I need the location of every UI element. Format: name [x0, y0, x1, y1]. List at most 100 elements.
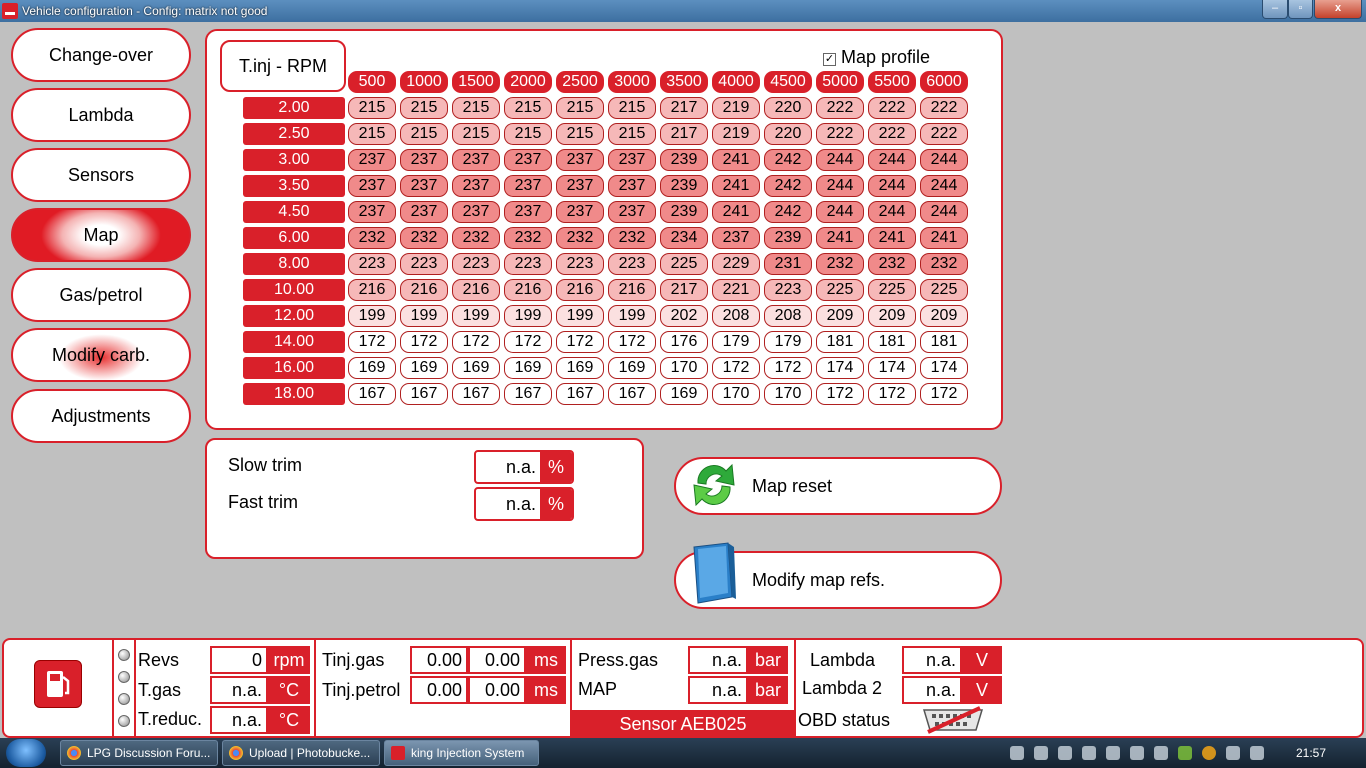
map-cell[interactable]: 241 — [868, 227, 916, 249]
map-cell[interactable]: 216 — [504, 279, 552, 301]
map-cell[interactable]: 216 — [348, 279, 396, 301]
map-cell[interactable]: 237 — [608, 175, 656, 197]
map-cell[interactable]: 199 — [608, 305, 656, 327]
map-cell[interactable]: 231 — [764, 253, 812, 275]
tray-icon[interactable] — [1058, 746, 1072, 760]
map-cell[interactable]: 244 — [816, 201, 864, 223]
map-cell[interactable]: 239 — [660, 149, 708, 171]
map-cell[interactable]: 215 — [504, 97, 552, 119]
map-cell[interactable]: 232 — [400, 227, 448, 249]
map-cell[interactable]: 232 — [556, 227, 604, 249]
map-cell[interactable]: 167 — [608, 383, 656, 405]
map-cell[interactable]: 179 — [764, 331, 812, 353]
map-cell[interactable]: 237 — [400, 149, 448, 171]
map-cell[interactable]: 169 — [660, 383, 708, 405]
map-cell[interactable]: 222 — [920, 123, 968, 145]
map-cell[interactable]: 169 — [452, 357, 500, 379]
map-cell[interactable]: 237 — [504, 149, 552, 171]
map-cell[interactable]: 215 — [556, 123, 604, 145]
map-cell[interactable]: 237 — [400, 201, 448, 223]
map-cell[interactable]: 232 — [816, 253, 864, 275]
map-cell[interactable]: 223 — [348, 253, 396, 275]
map-cell[interactable]: 225 — [920, 279, 968, 301]
map-cell[interactable]: 241 — [920, 227, 968, 249]
map-cell[interactable]: 239 — [660, 201, 708, 223]
map-cell[interactable]: 217 — [660, 97, 708, 119]
map-cell[interactable]: 167 — [452, 383, 500, 405]
map-cell[interactable]: 172 — [608, 331, 656, 353]
nav-sensors-button[interactable]: Sensors — [11, 148, 191, 202]
map-cell[interactable]: 237 — [504, 175, 552, 197]
map-cell[interactable]: 172 — [452, 331, 500, 353]
map-cell[interactable]: 209 — [920, 305, 968, 327]
tray-icon[interactable] — [1202, 746, 1216, 760]
network-icon[interactable] — [1226, 746, 1240, 760]
nav-modify-carb-button[interactable]: Modify carb. — [11, 328, 191, 382]
map-cell[interactable]: 244 — [816, 149, 864, 171]
map-cell[interactable]: 181 — [868, 331, 916, 353]
map-cell[interactable]: 232 — [504, 227, 552, 249]
map-cell[interactable]: 208 — [712, 305, 760, 327]
map-cell[interactable]: 199 — [504, 305, 552, 327]
map-cell[interactable]: 221 — [712, 279, 760, 301]
map-cell[interactable]: 172 — [400, 331, 448, 353]
map-cell[interactable]: 217 — [660, 123, 708, 145]
close-button[interactable]: x — [1314, 0, 1362, 19]
map-cell[interactable]: 222 — [868, 123, 916, 145]
map-cell[interactable]: 216 — [556, 279, 604, 301]
map-cell[interactable]: 223 — [556, 253, 604, 275]
map-profile-toggle[interactable]: ✓ Map profile — [823, 47, 930, 68]
map-cell[interactable]: 169 — [608, 357, 656, 379]
map-cell[interactable]: 237 — [608, 201, 656, 223]
map-profile-checkbox[interactable]: ✓ — [823, 53, 836, 66]
map-cell[interactable]: 172 — [712, 357, 760, 379]
map-cell[interactable]: 234 — [660, 227, 708, 249]
map-cell[interactable]: 172 — [868, 383, 916, 405]
map-cell[interactable]: 232 — [608, 227, 656, 249]
map-cell[interactable]: 215 — [608, 123, 656, 145]
map-cell[interactable]: 242 — [764, 201, 812, 223]
map-cell[interactable]: 199 — [452, 305, 500, 327]
map-cell[interactable]: 241 — [712, 201, 760, 223]
map-cell[interactable]: 172 — [764, 357, 812, 379]
map-cell[interactable]: 172 — [556, 331, 604, 353]
map-cell[interactable]: 181 — [816, 331, 864, 353]
map-cell[interactable]: 215 — [504, 123, 552, 145]
map-cell[interactable]: 237 — [452, 149, 500, 171]
map-cell[interactable]: 202 — [660, 305, 708, 327]
map-cell[interactable]: 170 — [764, 383, 812, 405]
map-cell[interactable]: 220 — [764, 123, 812, 145]
map-cell[interactable]: 219 — [712, 97, 760, 119]
map-cell[interactable]: 174 — [920, 357, 968, 379]
map-cell[interactable]: 176 — [660, 331, 708, 353]
map-cell[interactable]: 167 — [400, 383, 448, 405]
map-cell[interactable]: 242 — [764, 149, 812, 171]
map-cell[interactable]: 232 — [348, 227, 396, 249]
map-cell[interactable]: 239 — [660, 175, 708, 197]
map-cell[interactable]: 223 — [504, 253, 552, 275]
map-cell[interactable]: 167 — [504, 383, 552, 405]
map-cell[interactable]: 179 — [712, 331, 760, 353]
map-cell[interactable]: 215 — [400, 97, 448, 119]
nav-map-button[interactable]: Map — [11, 208, 191, 262]
map-cell[interactable]: 172 — [348, 331, 396, 353]
map-cell[interactable]: 237 — [556, 201, 604, 223]
map-cell[interactable]: 174 — [868, 357, 916, 379]
map-cell[interactable]: 237 — [452, 175, 500, 197]
map-cell[interactable]: 217 — [660, 279, 708, 301]
map-cell[interactable]: 172 — [504, 331, 552, 353]
map-cell[interactable]: 215 — [348, 123, 396, 145]
map-cell[interactable]: 215 — [452, 123, 500, 145]
map-cell[interactable]: 223 — [400, 253, 448, 275]
tray-icon[interactable] — [1082, 746, 1096, 760]
nav-gas-petrol-button[interactable]: Gas/petrol — [11, 268, 191, 322]
map-cell[interactable]: 241 — [712, 149, 760, 171]
map-cell[interactable]: 241 — [712, 175, 760, 197]
map-cell[interactable]: 215 — [556, 97, 604, 119]
taskbar-item-lpg-forum[interactable]: LPG Discussion Foru... — [60, 740, 218, 766]
map-cell[interactable]: 169 — [348, 357, 396, 379]
map-cell[interactable]: 225 — [868, 279, 916, 301]
tray-icon[interactable] — [1106, 746, 1120, 760]
map-cell[interactable]: 222 — [868, 97, 916, 119]
map-cell[interactable]: 237 — [452, 201, 500, 223]
